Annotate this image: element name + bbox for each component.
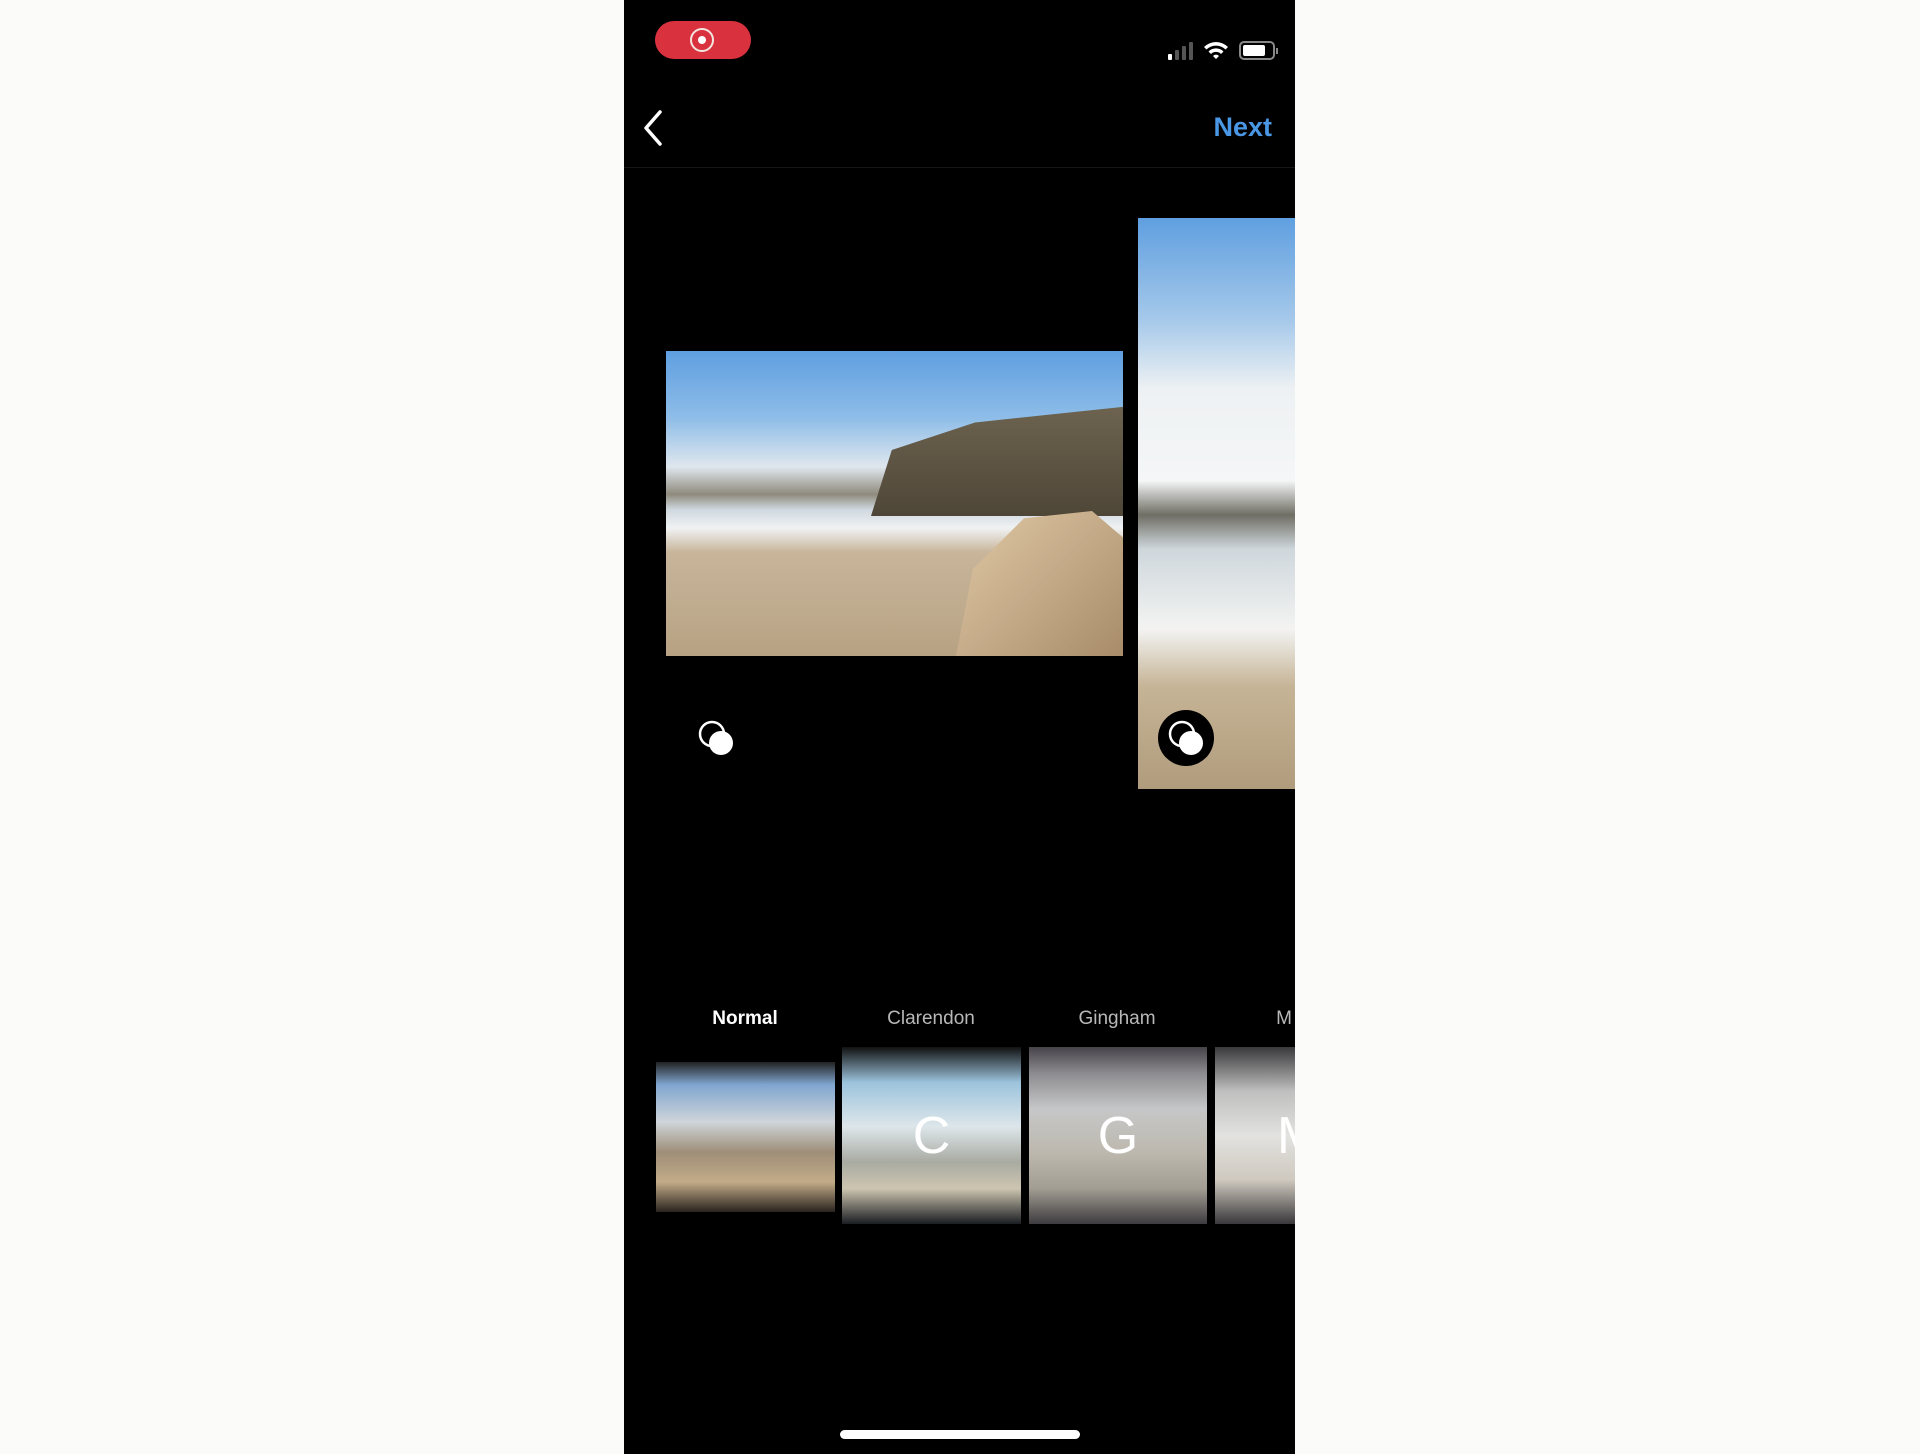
filter-thumb-gingham[interactable]: G — [1029, 1047, 1207, 1224]
filter-label-normal[interactable]: Normal — [655, 1008, 835, 1030]
filter-letter: G — [1097, 1106, 1139, 1165]
phone-screen: Next Normal Clarendon Gingham M C G M — [624, 0, 1295, 1454]
filter-thumb-m[interactable]: M — [1215, 1047, 1295, 1224]
battery-icon — [1239, 41, 1278, 60]
wifi-icon — [1204, 42, 1228, 59]
next-button[interactable]: Next — [1213, 112, 1272, 143]
screen-recording-indicator[interactable] — [655, 21, 751, 59]
beach-photo-1[interactable] — [666, 351, 1123, 656]
cellular-signal-icon — [1168, 42, 1193, 60]
multi-select-icon[interactable] — [1158, 710, 1214, 766]
filter-label-gingham[interactable]: Gingham — [1027, 1008, 1207, 1030]
chevron-left-icon[interactable] — [638, 108, 668, 148]
beach-photo-2[interactable] — [1138, 218, 1295, 789]
filter-label-clarendon[interactable]: Clarendon — [841, 1008, 1021, 1030]
filter-letter: C — [912, 1106, 951, 1165]
header-divider — [624, 167, 1295, 168]
filter-thumb-normal[interactable] — [656, 1062, 835, 1212]
multi-select-icon[interactable] — [688, 710, 744, 766]
filter-thumb-clarendon[interactable]: C — [842, 1047, 1021, 1224]
filter-letter: M — [1277, 1106, 1295, 1166]
home-indicator[interactable] — [840, 1430, 1080, 1439]
filter-label-m[interactable]: M — [1194, 1008, 1295, 1030]
status-bar-icons — [1168, 38, 1278, 60]
screen-record-icon — [690, 28, 714, 52]
